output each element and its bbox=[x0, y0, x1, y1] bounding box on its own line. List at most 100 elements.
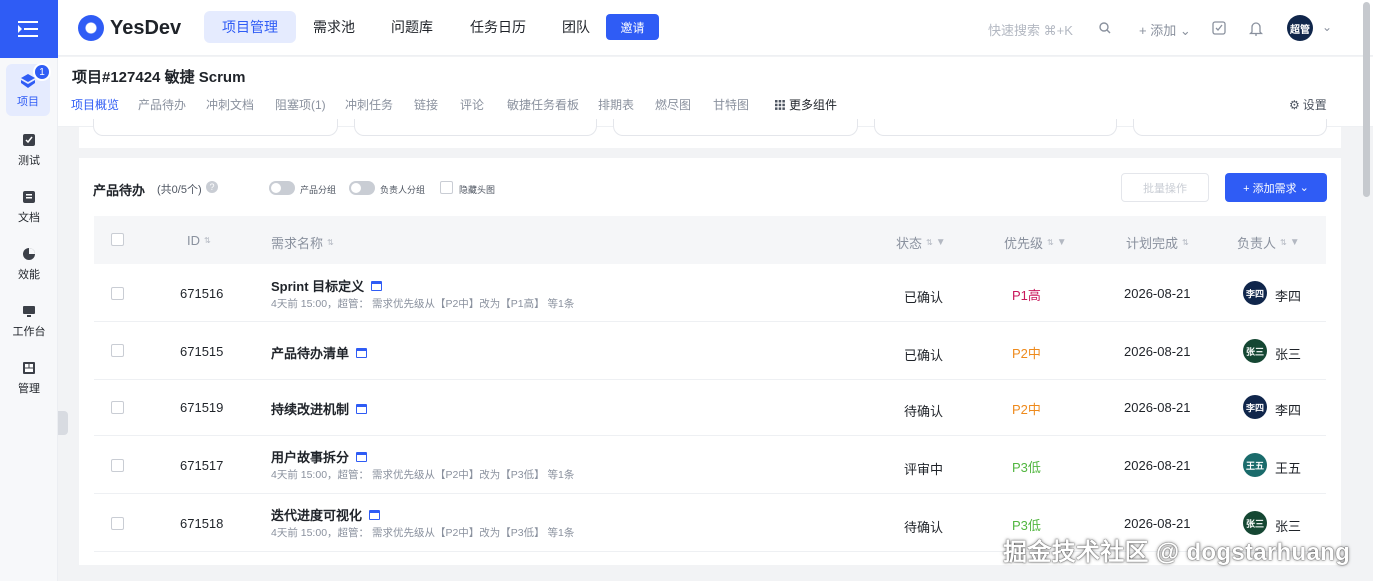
col-header-priority[interactable]: 优先级 ⇅ ▼ bbox=[1004, 233, 1067, 252]
status-text[interactable]: 已确认 bbox=[904, 345, 943, 364]
tab-project-management[interactable]: 项目管理 bbox=[204, 11, 296, 43]
add-requirement-button[interactable]: + 添加需求 ⌄ bbox=[1225, 173, 1327, 202]
requirement-name-link[interactable]: 迭代进度可视化 bbox=[271, 505, 381, 524]
brand-name: YesDev bbox=[110, 16, 182, 39]
overview-card[interactable] bbox=[93, 119, 338, 136]
col-header-id[interactable]: ID ⇅ bbox=[187, 233, 211, 248]
table-row[interactable]: 671517 用户故事拆分 4天前 15:00，超管： 需求优先级从【P2中】改… bbox=[94, 436, 1326, 494]
priority-badge[interactable]: P3低 bbox=[1012, 457, 1041, 476]
row-checkbox[interactable] bbox=[111, 344, 124, 357]
row-id: 671517 bbox=[180, 458, 224, 473]
avatar: 李四 bbox=[1243, 395, 1267, 419]
invite-button[interactable]: 邀请 bbox=[606, 14, 659, 40]
tab-links[interactable]: 链接 bbox=[414, 96, 438, 113]
tab-comments[interactable]: 评论 bbox=[460, 96, 484, 113]
quick-search-input[interactable]: 快速搜索 ⌘+K bbox=[988, 20, 1073, 39]
owner-name[interactable]: 李四 bbox=[1275, 286, 1301, 305]
tab-overview[interactable]: 项目概览 bbox=[71, 96, 119, 113]
tab-schedule[interactable]: 排期表 bbox=[598, 96, 634, 113]
filter-icon[interactable]: ▼ bbox=[1057, 237, 1067, 248]
chevron-down-icon[interactable]: ⌄ bbox=[1322, 20, 1332, 34]
table-row[interactable]: 671519 持续改进机制 待确认 P2中 2026-08-21 李四 李四 bbox=[94, 380, 1326, 436]
due-date[interactable]: 2026-08-21 bbox=[1124, 286, 1191, 301]
requirement-name-link[interactable]: Sprint 目标定义 bbox=[271, 276, 383, 295]
tab-more-components[interactable]: 更多组件 bbox=[775, 96, 837, 113]
settings-button[interactable]: ⚙ 设置 bbox=[1289, 96, 1327, 113]
table-row[interactable]: 671515 产品待办清单 已确认 P2中 2026-08-21 张三 张三 bbox=[94, 322, 1326, 380]
col-header-name[interactable]: 需求名称 ⇅ bbox=[271, 233, 334, 252]
requirement-name-link[interactable]: 用户故事拆分 bbox=[271, 447, 368, 466]
table-row[interactable]: 671516 Sprint 目标定义 4天前 15:00，超管： 需求优先级从【… bbox=[94, 264, 1326, 322]
overview-card[interactable] bbox=[613, 119, 858, 136]
overview-card[interactable] bbox=[874, 119, 1117, 136]
product-group-toggle[interactable] bbox=[269, 181, 295, 195]
col-header-due[interactable]: 计划完成 ⇅ bbox=[1126, 233, 1189, 252]
select-all-checkbox[interactable] bbox=[111, 233, 124, 246]
top-navbar: YesDev 项目管理 需求池 问题库 任务日历 团队 邀请 快速搜索 ⌘+K … bbox=[58, 0, 1373, 56]
backlog-panel: 产品待办 (共0/5个) ? 产品分组 负责人分组 隐藏头图 批量操作 + 添加… bbox=[79, 158, 1341, 565]
menu-toggle[interactable] bbox=[0, 0, 58, 58]
requirement-name-link[interactable]: 持续改进机制 bbox=[271, 399, 368, 418]
col-header-owner[interactable]: 负责人 ⇅ ▼ bbox=[1237, 233, 1300, 252]
help-icon[interactable]: ? bbox=[206, 181, 218, 193]
add-menu-button[interactable]: + 添加 ⌄ bbox=[1139, 20, 1191, 39]
checkbox-todo-icon[interactable] bbox=[1210, 19, 1228, 37]
site-watermark: 掘金技术社区 @ dogstarhuang bbox=[1003, 539, 1351, 566]
due-date[interactable]: 2026-08-21 bbox=[1124, 516, 1191, 531]
sidebar-item-doc[interactable]: 文档 bbox=[0, 180, 58, 232]
tab-task-calendar[interactable]: 任务日历 bbox=[452, 11, 544, 43]
owner-name[interactable]: 张三 bbox=[1275, 344, 1301, 363]
sidebar-item-workbench[interactable]: 工作台 bbox=[0, 294, 58, 346]
tab-sprint-docs[interactable]: 冲刺文档 bbox=[206, 96, 254, 113]
filter-icon[interactable]: ▼ bbox=[936, 237, 946, 248]
hide-header-checkbox[interactable] bbox=[440, 181, 453, 194]
tab-sprint-tasks[interactable]: 冲刺任务 bbox=[345, 96, 393, 113]
bell-icon[interactable] bbox=[1247, 19, 1265, 37]
requirement-name-link[interactable]: 产品待办清单 bbox=[271, 343, 368, 362]
sidebar-item-label: 效能 bbox=[18, 268, 40, 281]
due-date[interactable]: 2026-08-21 bbox=[1124, 458, 1191, 473]
row-checkbox[interactable] bbox=[111, 459, 124, 472]
avatar: 王五 bbox=[1243, 453, 1267, 477]
tab-blockers[interactable]: 阻塞项(1) bbox=[275, 96, 326, 113]
overview-card[interactable] bbox=[1133, 119, 1327, 136]
status-text[interactable]: 评审中 bbox=[904, 459, 943, 478]
priority-badge[interactable]: P2中 bbox=[1012, 399, 1041, 418]
status-text[interactable]: 待确认 bbox=[904, 401, 943, 420]
tab-kanban[interactable]: 敏捷任务看板 bbox=[507, 96, 579, 113]
tab-backlog[interactable]: 产品待办 bbox=[138, 96, 186, 113]
status-text[interactable]: 待确认 bbox=[904, 517, 943, 536]
priority-badge[interactable]: P2中 bbox=[1012, 343, 1041, 362]
tab-requirement-pool[interactable]: 需求池 bbox=[295, 11, 373, 43]
col-header-status[interactable]: 状态 ⇅ ▼ bbox=[896, 233, 946, 252]
row-checkbox[interactable] bbox=[111, 287, 124, 300]
tab-team[interactable]: 团队 bbox=[544, 11, 608, 43]
sidebar-item-test[interactable]: 测试 bbox=[0, 123, 58, 175]
overview-card[interactable] bbox=[354, 119, 597, 136]
sidebar-collapse-handle[interactable] bbox=[58, 411, 68, 435]
due-date[interactable]: 2026-08-21 bbox=[1124, 400, 1191, 415]
sidebar-item-admin[interactable]: 管理 bbox=[0, 351, 58, 403]
user-avatar[interactable]: 超管 bbox=[1287, 15, 1313, 41]
sidebar-item-label: 测试 bbox=[18, 154, 40, 167]
pie-chart-icon bbox=[20, 245, 38, 263]
status-text[interactable]: 已确认 bbox=[904, 287, 943, 306]
tab-issue-library[interactable]: 问题库 bbox=[373, 11, 451, 43]
owner-name[interactable]: 李四 bbox=[1275, 400, 1301, 419]
brand-logo[interactable]: YesDev bbox=[78, 15, 181, 41]
row-checkbox[interactable] bbox=[111, 517, 124, 530]
due-date[interactable]: 2026-08-21 bbox=[1124, 344, 1191, 359]
tab-gantt[interactable]: 甘特图 bbox=[713, 96, 749, 113]
owner-name[interactable]: 王五 bbox=[1275, 458, 1301, 477]
tab-burndown[interactable]: 燃尽图 bbox=[655, 96, 691, 113]
search-icon[interactable] bbox=[1096, 19, 1114, 37]
owner-group-toggle[interactable] bbox=[349, 181, 375, 195]
filter-icon[interactable]: ▼ bbox=[1290, 237, 1300, 248]
sidebar-item-project[interactable]: 项目 1 bbox=[6, 63, 51, 116]
row-checkbox[interactable] bbox=[111, 401, 124, 414]
sidebar-item-efficiency[interactable]: 效能 bbox=[0, 237, 58, 289]
chevron-down-icon: ⌄ bbox=[1179, 23, 1191, 38]
page-scrollbar[interactable] bbox=[1363, 2, 1370, 197]
batch-operation-button[interactable]: 批量操作 bbox=[1121, 173, 1209, 202]
priority-badge[interactable]: P1高 bbox=[1012, 285, 1041, 304]
